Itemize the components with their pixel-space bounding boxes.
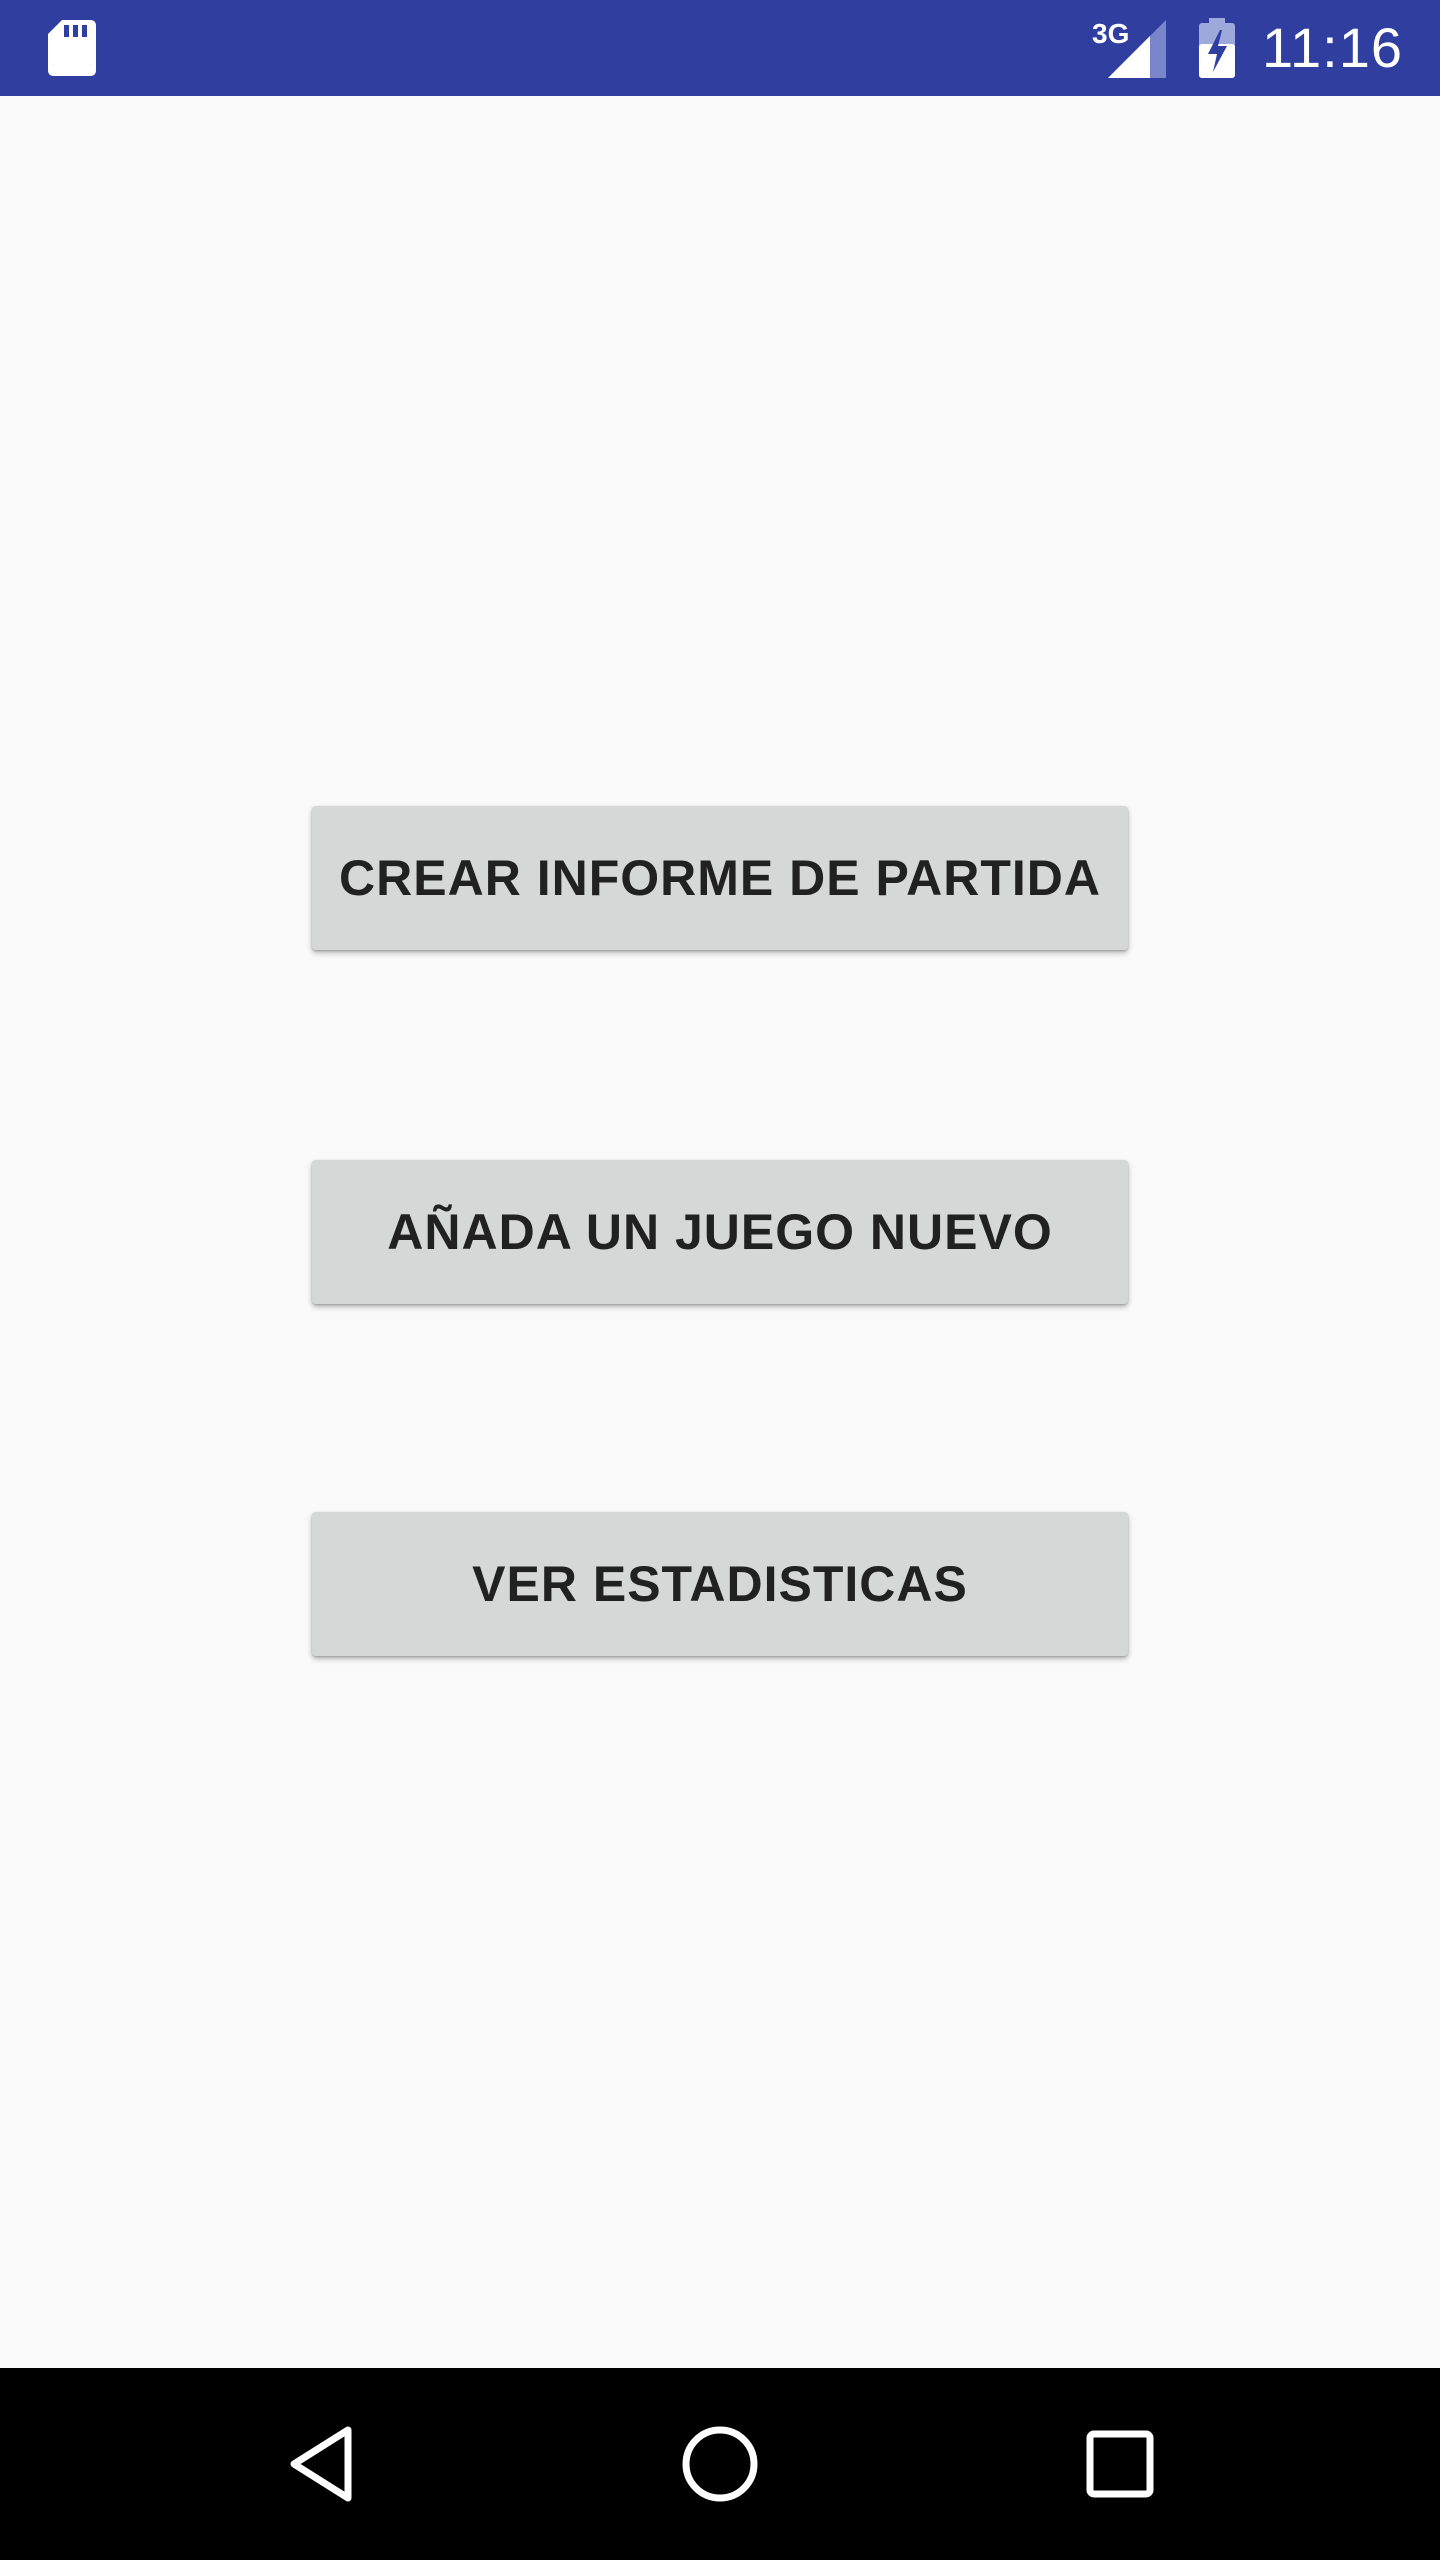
sd-card-icon xyxy=(48,20,96,76)
signal-icon xyxy=(1108,20,1166,78)
view-statistics-button[interactable]: VER ESTADISTICAS xyxy=(312,1512,1128,1656)
home-button[interactable] xyxy=(672,2416,768,2512)
add-new-game-button[interactable]: AÑADA UN JUEGO NUEVO xyxy=(312,1160,1128,1304)
recents-button[interactable] xyxy=(1072,2416,1168,2512)
home-icon xyxy=(682,2426,758,2502)
back-icon xyxy=(290,2426,352,2502)
navigation-bar xyxy=(0,2368,1440,2560)
screen: 3G 11:16 CREAR INFORME DE PARTIDA AÑADA … xyxy=(0,0,1440,2560)
signal-indicator: 3G xyxy=(1092,18,1166,78)
back-button[interactable] xyxy=(274,2416,370,2512)
recents-icon xyxy=(1086,2430,1154,2498)
status-bar: 3G 11:16 xyxy=(0,0,1440,96)
battery-charging-icon xyxy=(1199,18,1235,78)
create-match-report-button[interactable]: CREAR INFORME DE PARTIDA xyxy=(312,806,1128,950)
clock: 11:16 xyxy=(1262,16,1403,79)
